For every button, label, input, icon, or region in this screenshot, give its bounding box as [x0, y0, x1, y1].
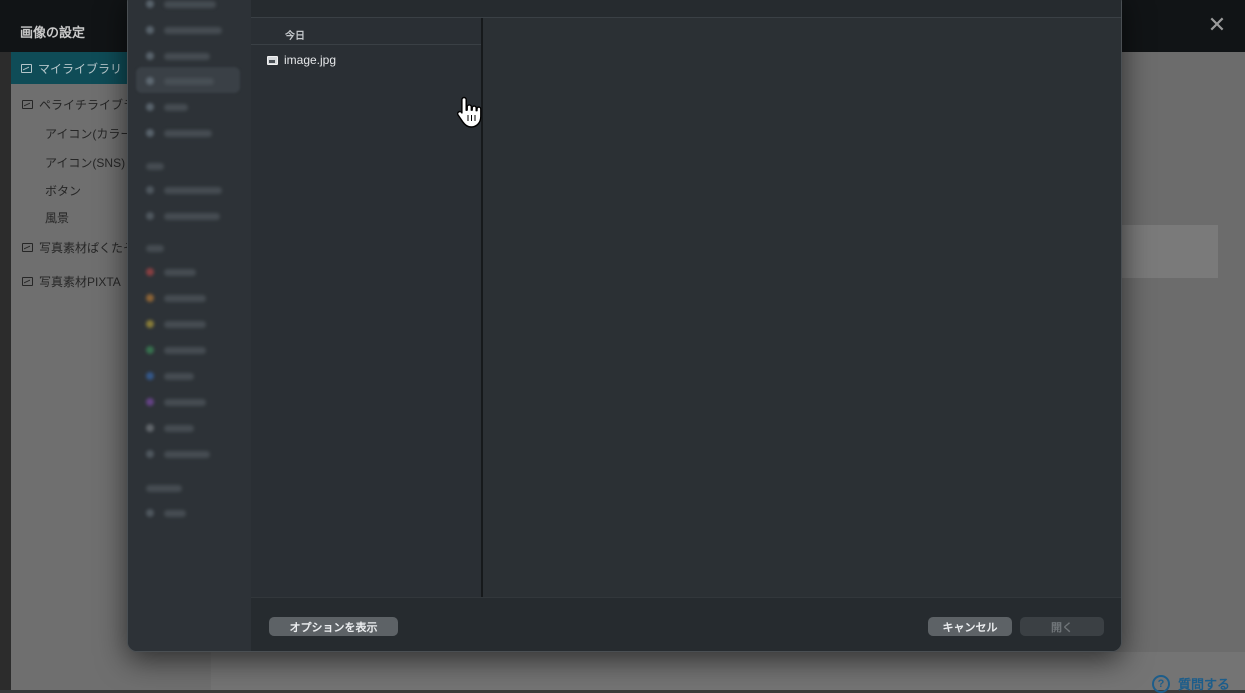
sidebar-item-icon-color[interactable]: アイコン(カラー): [45, 122, 136, 144]
sidebar-tag-orange[interactable]: [146, 294, 206, 302]
list-section-header: 今日: [251, 18, 481, 45]
file-list-column: 今日 image.jpg: [251, 18, 481, 597]
main-band: [1121, 225, 1218, 278]
image-icon: [22, 242, 33, 252]
sidebar-blurred-row[interactable]: [146, 52, 210, 60]
sidebar-item-pixta[interactable]: 写真素材PIXTA: [22, 270, 121, 292]
sidebar-item-label: アイコン(カラー): [45, 126, 137, 141]
left-strip: [0, 52, 11, 690]
sidebar-blurred-heading: [146, 245, 164, 252]
sidebar-item-my-library[interactable]: マイライブラリ: [11, 52, 127, 84]
sidebar-blurred-heading: [146, 163, 164, 170]
sidebar-blurred-row[interactable]: [146, 186, 222, 194]
sidebar-blurred-row[interactable]: [146, 129, 212, 137]
image-icon: [21, 63, 32, 73]
close-icon[interactable]: ✕: [1206, 14, 1228, 36]
dialog-sidebar: [128, 0, 251, 651]
image-file-icon: [267, 55, 278, 65]
sidebar-blurred-row[interactable]: [146, 0, 216, 8]
sidebar-item-label: 写真素材PIXTA: [39, 274, 121, 289]
file-open-dialog: 今日 image.jpg オプションを表示 キャンセル 開く: [127, 0, 1122, 652]
sidebar-tag-blue[interactable]: [146, 372, 194, 380]
sidebar-blurred-row[interactable]: [146, 212, 220, 220]
file-name: image.jpg: [284, 53, 337, 67]
sidebar-tag-all[interactable]: [146, 450, 210, 458]
sidebar-blurred-row[interactable]: [146, 509, 186, 517]
sidebar-item-icon-sns[interactable]: アイコン(SNS): [45, 151, 125, 173]
help-link[interactable]: ? 質問する: [1152, 674, 1230, 693]
dialog-footer: オプションを表示 キャンセル 開く: [251, 597, 1121, 651]
sidebar-item-scenery[interactable]: 風景: [45, 206, 69, 228]
sidebar-item-label: ボタン: [45, 183, 82, 198]
sidebar-blurred-row[interactable]: [146, 26, 222, 34]
sidebar-tag-green[interactable]: [146, 346, 206, 354]
image-icon: [22, 99, 33, 109]
modal-title: 画像の設定: [20, 25, 86, 40]
sidebar-item-button[interactable]: ボタン: [45, 179, 81, 201]
sidebar-tag-purple[interactable]: [146, 398, 206, 406]
help-label: 質問する: [1178, 677, 1231, 692]
preview-column: [483, 18, 1121, 597]
hand-pointer-cursor-icon: [456, 96, 482, 128]
open-button[interactable]: 開く: [1020, 617, 1104, 636]
sidebar-item-label: 写真素材ぱくたそ: [39, 240, 136, 255]
dialog-toolbar: [251, 0, 1121, 18]
sidebar-tag-gray[interactable]: [146, 424, 194, 432]
sidebar-tag-yellow[interactable]: [146, 320, 206, 328]
sidebar-item-label: アイコン(SNS): [45, 155, 126, 170]
image-icon: [22, 276, 33, 286]
cancel-button[interactable]: キャンセル: [928, 617, 1012, 636]
show-options-button[interactable]: オプションを表示: [269, 617, 398, 636]
sidebar-blurred-heading: [146, 485, 182, 492]
main-bottom-area: [211, 652, 1245, 690]
sidebar-item-label: マイライブラリ: [38, 61, 123, 76]
sidebar-item-label: 風景: [45, 210, 70, 225]
sidebar-tag-red[interactable]: [146, 268, 196, 276]
sidebar-blurred-row[interactable]: [146, 103, 188, 111]
file-item-image-jpg[interactable]: image.jpg: [267, 53, 336, 67]
sidebar-blurred-row[interactable]: [146, 77, 214, 85]
sidebar-item-pakutaso[interactable]: 写真素材ぱくたそ: [22, 236, 135, 258]
